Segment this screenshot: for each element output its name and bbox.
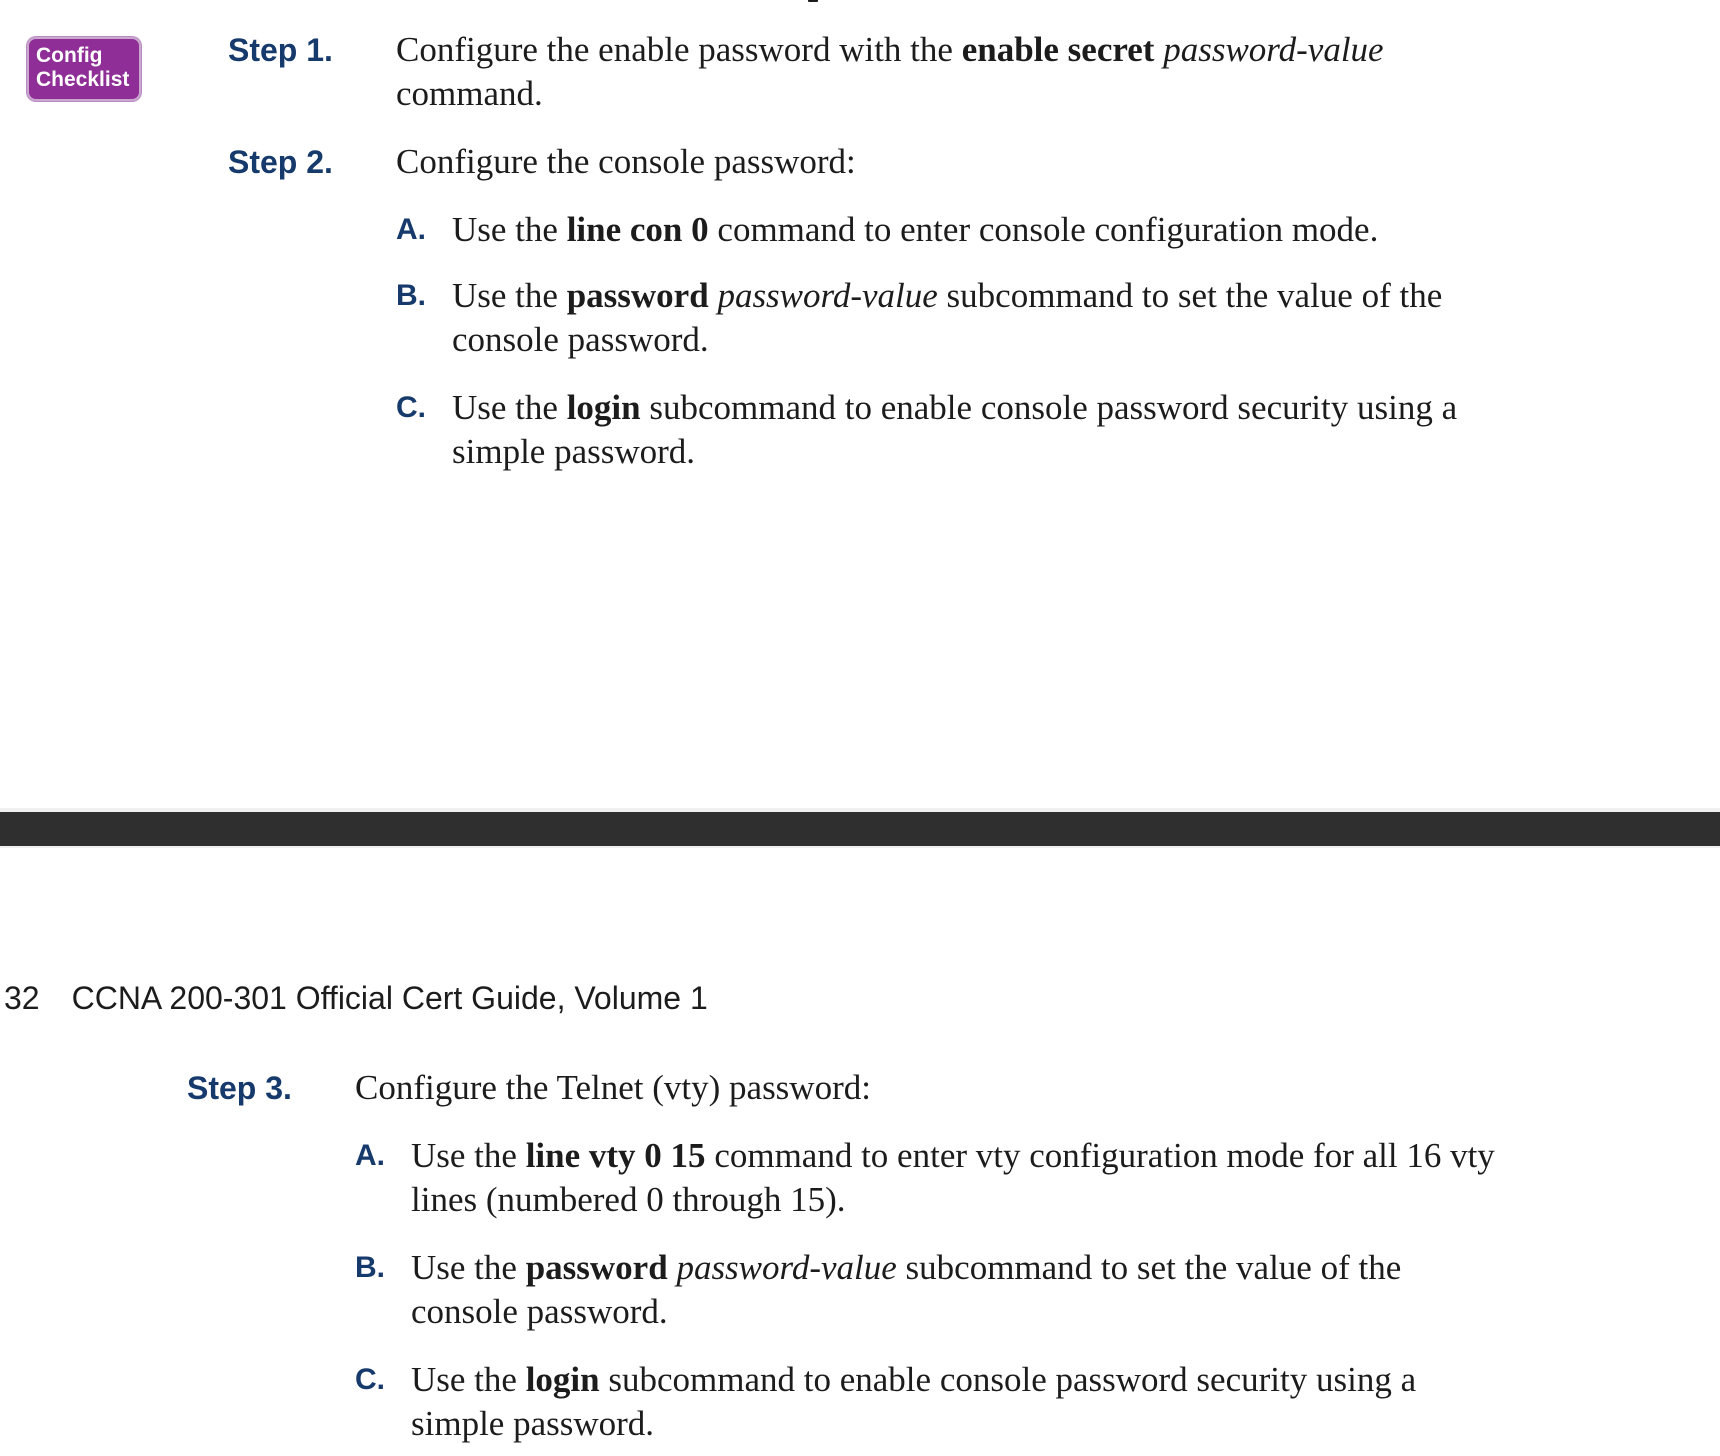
step-1-command: enable secret (961, 30, 1155, 69)
step-1-label: Step 1. (228, 32, 333, 68)
step-2-item-b-label: B. (396, 279, 426, 312)
step-1-text-post: command. (396, 74, 543, 113)
step-3-item-a-command: line vty 0 15 (525, 1136, 706, 1175)
step-2-item-c-text: Use the login subcommand to enable conso… (452, 388, 1458, 471)
step-3-item-b-argument: password-value (676, 1248, 897, 1287)
step-2-text: Configure the console password: (396, 142, 856, 181)
running-header: 32 CCNA 200-301 Official Cert Guide, Volu… (4, 978, 708, 1018)
step-2-item-a-command: line con 0 (566, 210, 709, 249)
step-3-item-a-label: A. (355, 1139, 385, 1172)
step-1-text: Configure the enable password with the e… (396, 28, 1516, 116)
step-3-text: Configure the Telnet (vty) password: (355, 1068, 871, 1107)
page-number: 32 (4, 980, 40, 1016)
step-3-item-c-text: Use the login subcommand to enable conso… (411, 1360, 1417, 1443)
step-2-item-b-argument: password-value (717, 276, 938, 315)
step-2-item-c-command: login (566, 388, 641, 427)
step-1-text-pre: Configure the enable password with the (396, 30, 962, 69)
step-2-item-b-text: Use the password password-value subcomma… (452, 276, 1443, 359)
step-3-item-b-command: password (525, 1248, 668, 1287)
previous-page-fragment (808, 0, 818, 2)
step-3-item-b-label: B. (355, 1251, 385, 1284)
page-divider (0, 812, 1720, 846)
step-3-item-c-command: login (525, 1360, 600, 1399)
step-2-item-c-label: C. (396, 391, 426, 424)
step-1-argument: password-value (1163, 30, 1384, 69)
book-title: CCNA 200-301 Official Cert Guide, Volume… (71, 980, 708, 1016)
step-3-item-b-text: Use the password password-value subcomma… (411, 1248, 1402, 1331)
step-2-item-b-command: password (566, 276, 709, 315)
step-2-item-a-text: Use the line con 0 command to enter cons… (452, 210, 1379, 249)
config-checklist-badge: Config Checklist (27, 37, 141, 101)
step-3-label: Step 3. (187, 1070, 292, 1106)
step-2-label: Step 2. (228, 144, 333, 180)
step-2-item-a-label: A. (396, 213, 426, 246)
step-3-item-c-label: C. (355, 1363, 385, 1396)
step-3-item-a-text: Use the line vty 0 15 command to enter v… (411, 1136, 1495, 1219)
badge-line-2: Checklist (36, 68, 130, 91)
badge-line-1: Config (36, 44, 103, 67)
